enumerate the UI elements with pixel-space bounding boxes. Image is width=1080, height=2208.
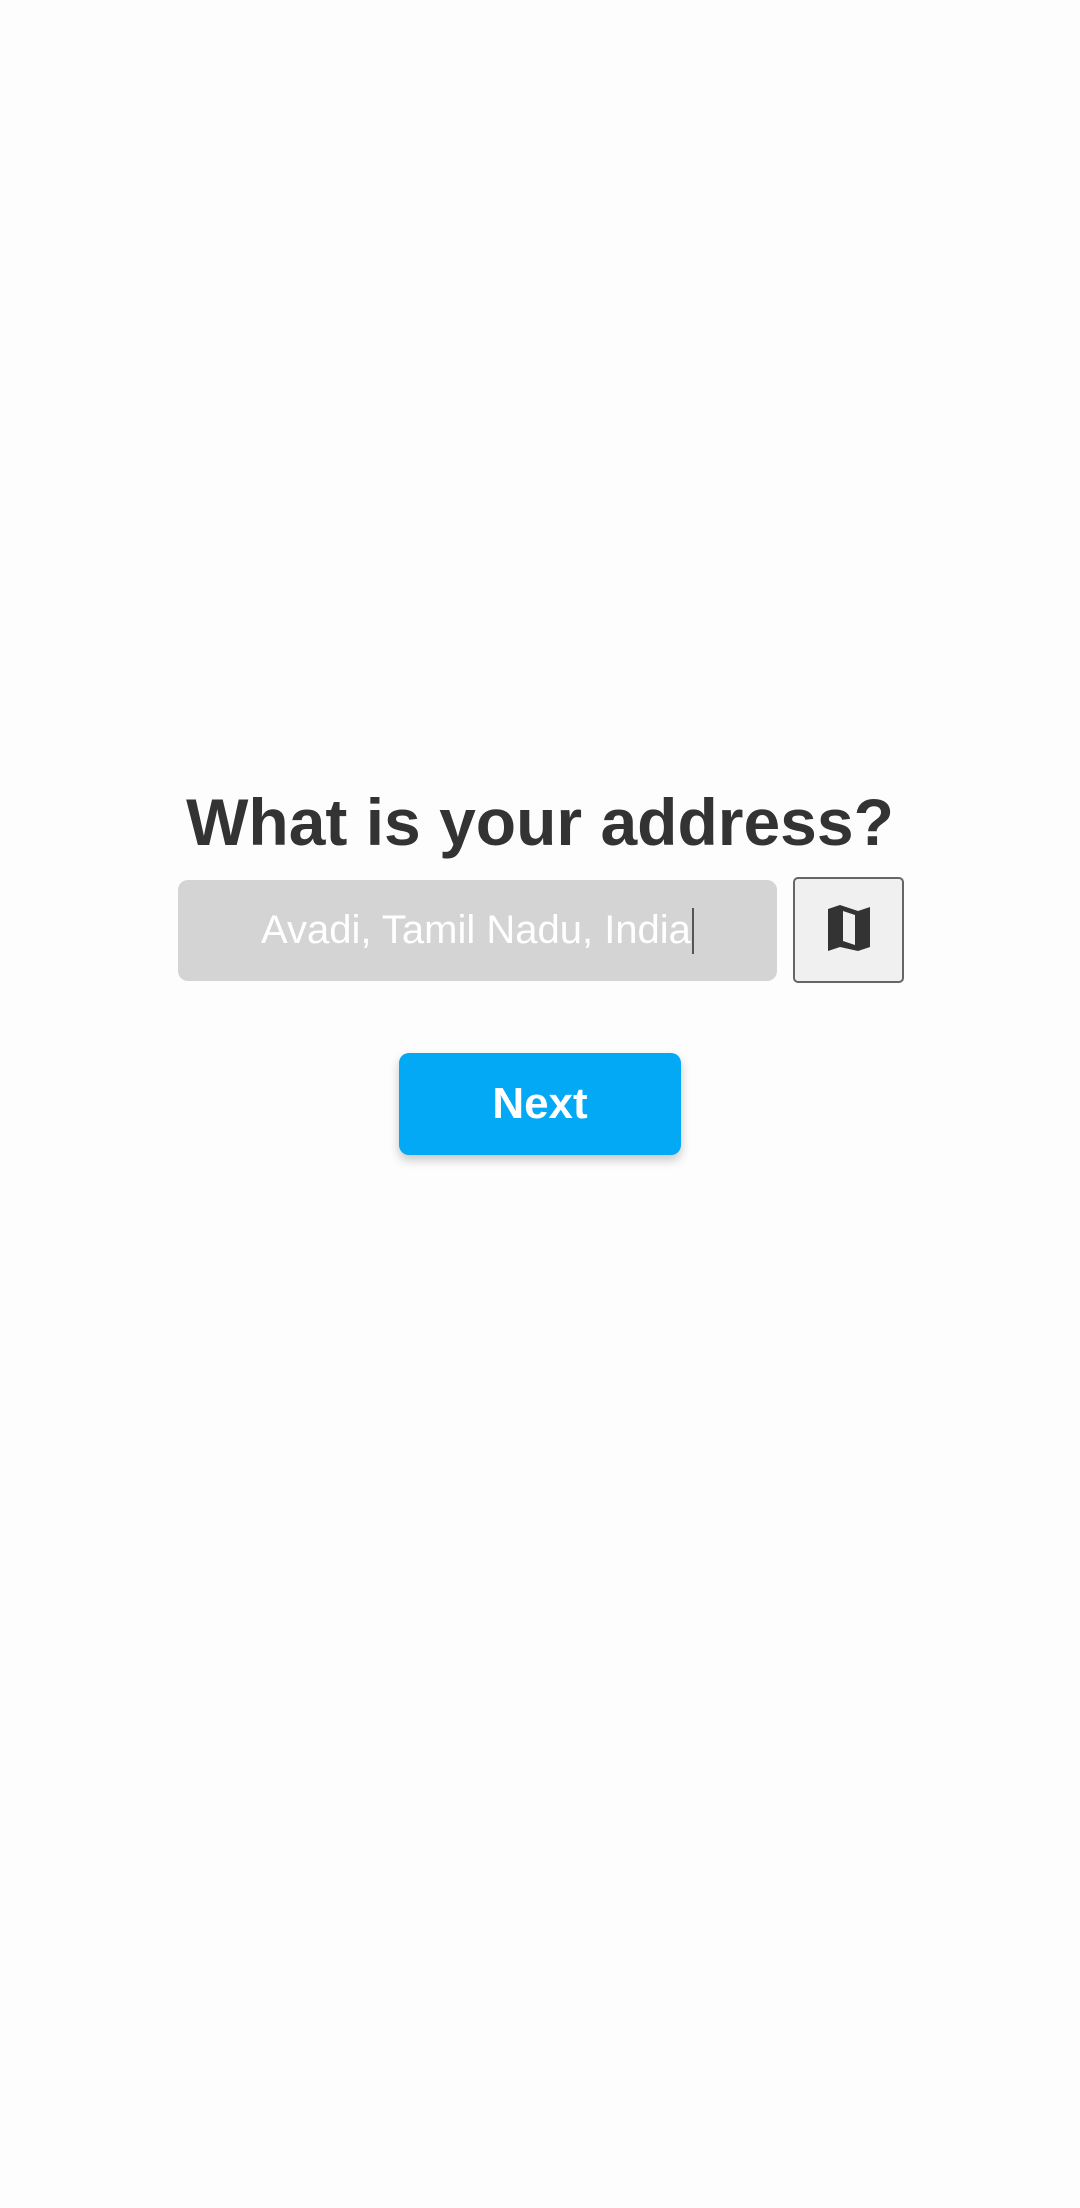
address-input[interactable]: Avadi, Tamil Nadu, India xyxy=(178,880,777,981)
map-icon xyxy=(822,901,876,960)
page-title: What is your address? xyxy=(186,785,894,859)
address-value: Avadi, Tamil Nadu, India xyxy=(261,908,691,952)
next-button[interactable]: Next xyxy=(399,1053,681,1155)
next-button-label: Next xyxy=(492,1079,588,1128)
map-button[interactable] xyxy=(793,877,904,983)
text-cursor xyxy=(691,907,694,954)
